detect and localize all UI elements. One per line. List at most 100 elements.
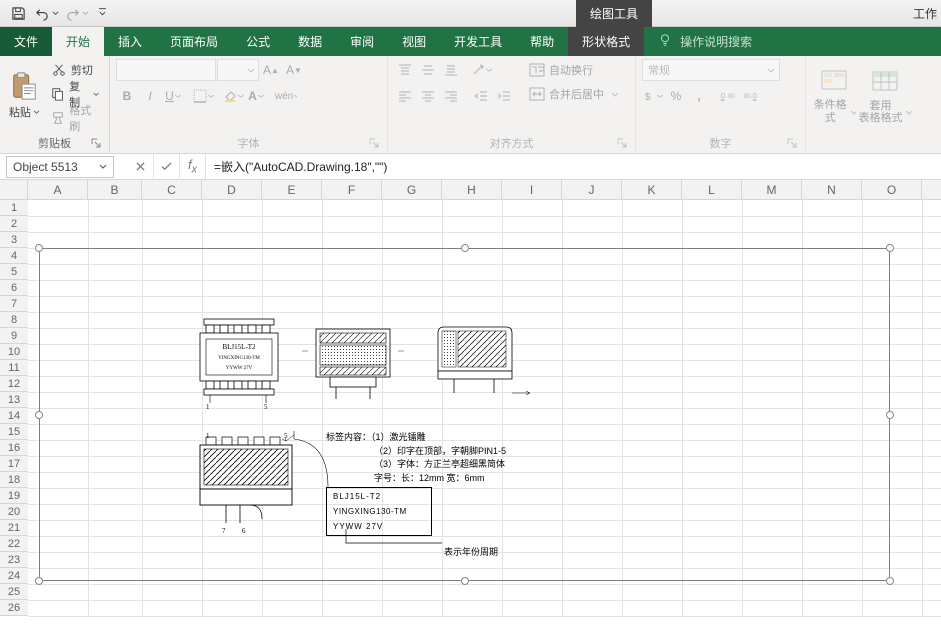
col-header-H[interactable]: H xyxy=(442,180,502,199)
tab-view[interactable]: 视图 xyxy=(388,27,440,56)
dialog-launcher-icon xyxy=(617,138,629,150)
row-header-20[interactable]: 20 xyxy=(0,504,28,520)
increase-indent-icon xyxy=(493,85,515,107)
ribbon: 粘贴 剪切 复制 格式刷 剪贴板 A▲ A▼ B I U xyxy=(0,56,941,154)
row-header-15[interactable]: 15 xyxy=(0,424,28,440)
tab-review[interactable]: 审阅 xyxy=(336,27,388,56)
tab-insert[interactable]: 插入 xyxy=(104,27,156,56)
cancel-formula-button[interactable] xyxy=(128,154,154,180)
dialog-launcher-icon[interactable] xyxy=(91,138,103,150)
leader-line-2 xyxy=(286,431,336,501)
tab-shape-format[interactable]: 形状格式 xyxy=(568,27,644,56)
tab-home[interactable]: 开始 xyxy=(52,27,104,56)
row-header-2[interactable]: 2 xyxy=(0,216,28,232)
save-icon[interactable] xyxy=(6,1,30,25)
col-header-O[interactable]: O xyxy=(862,180,922,199)
decrease-indent-icon xyxy=(470,85,492,107)
row-header-23[interactable]: 23 xyxy=(0,552,28,568)
col-header-L[interactable]: L xyxy=(682,180,742,199)
conditional-format-icon xyxy=(818,65,850,97)
col-header-J[interactable]: J xyxy=(562,180,622,199)
fx-icon: fx xyxy=(188,157,197,176)
font-color-button: A xyxy=(245,85,267,107)
table-format-label: 套用 表格格式 xyxy=(859,100,912,124)
col-header-B[interactable]: B xyxy=(88,180,142,199)
row-header-14[interactable]: 14 xyxy=(0,408,28,424)
styles-group-label xyxy=(812,135,935,151)
redo-dropdown-icon xyxy=(80,1,90,25)
svg-text:$: $ xyxy=(645,92,651,103)
pin7-label: 7 xyxy=(222,527,226,535)
row-header-21[interactable]: 21 xyxy=(0,520,28,536)
row-header-6[interactable]: 6 xyxy=(0,280,28,296)
qat-customize-icon[interactable] xyxy=(90,1,114,25)
conditional-format-button: 条件格式 xyxy=(812,59,856,131)
row-header-17[interactable]: 17 xyxy=(0,456,28,472)
paste-label: 粘贴 xyxy=(9,104,40,120)
pin1-label-2: 1 xyxy=(206,432,210,440)
col-header-N[interactable]: N xyxy=(802,180,862,199)
row-header-11[interactable]: 11 xyxy=(0,360,28,376)
col-header-D[interactable]: D xyxy=(202,180,262,199)
col-header-I[interactable]: I xyxy=(502,180,562,199)
workbook-title: 工作 xyxy=(913,0,937,27)
orientation-icon xyxy=(470,59,492,81)
row-header-13[interactable]: 13 xyxy=(0,392,28,408)
undo-dropdown-icon[interactable] xyxy=(50,1,60,25)
font-size-combo xyxy=(217,59,259,81)
enter-formula-button[interactable] xyxy=(154,154,180,180)
row-header-9[interactable]: 9 xyxy=(0,328,28,344)
row-header-1[interactable]: 1 xyxy=(0,200,28,216)
painter-label: 格式刷 xyxy=(69,102,99,134)
col-header-G[interactable]: G xyxy=(382,180,442,199)
tab-help[interactable]: 帮助 xyxy=(516,27,568,56)
row-header-25[interactable]: 25 xyxy=(0,584,28,600)
tell-me-label: 操作说明搜索 xyxy=(680,33,752,50)
formula-input[interactable]: =嵌入("AutoCAD.Drawing.18","") xyxy=(206,158,941,175)
row-header-4[interactable]: 4 xyxy=(0,248,28,264)
row-header-8[interactable]: 8 xyxy=(0,312,28,328)
row-header-22[interactable]: 22 xyxy=(0,536,28,552)
tab-developer[interactable]: 开发工具 xyxy=(440,27,516,56)
label-notes: 标签内容：（1）激光镭雕 （2）印字在顶部，字朝脚PIN1-5 （3）字体：方正… xyxy=(326,431,506,485)
row-header-26[interactable]: 26 xyxy=(0,600,28,616)
tab-file[interactable]: 文件 xyxy=(0,27,52,56)
row-header-3[interactable]: 3 xyxy=(0,232,28,248)
percent-format-icon: % xyxy=(665,85,687,107)
select-all-corner[interactable] xyxy=(0,180,28,199)
tab-data[interactable]: 数据 xyxy=(284,27,336,56)
col-header-F[interactable]: F xyxy=(322,180,382,199)
wrap-text-icon xyxy=(529,62,545,78)
row-header-16[interactable]: 16 xyxy=(0,440,28,456)
pin1-label: 1 xyxy=(206,403,210,411)
embedded-object[interactable]: BLJ15L-T2 YINGXING130-TM YYWW 27V 1 5 xyxy=(39,248,890,581)
insert-function-button[interactable]: fx xyxy=(180,154,206,180)
tab-formulas[interactable]: 公式 xyxy=(232,27,284,56)
row-header-12[interactable]: 12 xyxy=(0,376,28,392)
component-2 xyxy=(306,321,406,411)
col-header-E[interactable]: E xyxy=(262,180,322,199)
paste-button[interactable]: 粘贴 xyxy=(6,59,43,131)
decrease-decimal-icon: .00.0 xyxy=(739,85,761,107)
col-header-M[interactable]: M xyxy=(742,180,802,199)
contextual-tab-group: 绘图工具 xyxy=(576,0,652,27)
tell-me-search[interactable]: 操作说明搜索 xyxy=(644,27,752,56)
component-3 xyxy=(428,321,538,415)
tab-page-layout[interactable]: 页面布局 xyxy=(156,27,232,56)
align-left-icon xyxy=(394,85,416,107)
svg-text:YINGXING130-TM: YINGXING130-TM xyxy=(218,356,260,361)
row-header-7[interactable]: 7 xyxy=(0,296,28,312)
row-header-18[interactable]: 18 xyxy=(0,472,28,488)
cells-grid[interactable]: BLJ15L-T2 YINGXING130-TM YYWW 27V 1 5 xyxy=(28,200,941,616)
row-header-10[interactable]: 10 xyxy=(0,344,28,360)
row-header-19[interactable]: 19 xyxy=(0,488,28,504)
component-1: BLJ15L-T2 YINGXING130-TM YYWW 27V xyxy=(196,307,286,417)
row-header-24[interactable]: 24 xyxy=(0,568,28,584)
check-icon xyxy=(160,161,173,172)
name-box[interactable]: Object 5513 xyxy=(6,156,114,178)
format-painter-button: 格式刷 xyxy=(47,107,103,129)
row-header-5[interactable]: 5 xyxy=(0,264,28,280)
col-header-K[interactable]: K xyxy=(622,180,682,199)
col-header-C[interactable]: C xyxy=(142,180,202,199)
col-header-A[interactable]: A xyxy=(28,180,88,199)
